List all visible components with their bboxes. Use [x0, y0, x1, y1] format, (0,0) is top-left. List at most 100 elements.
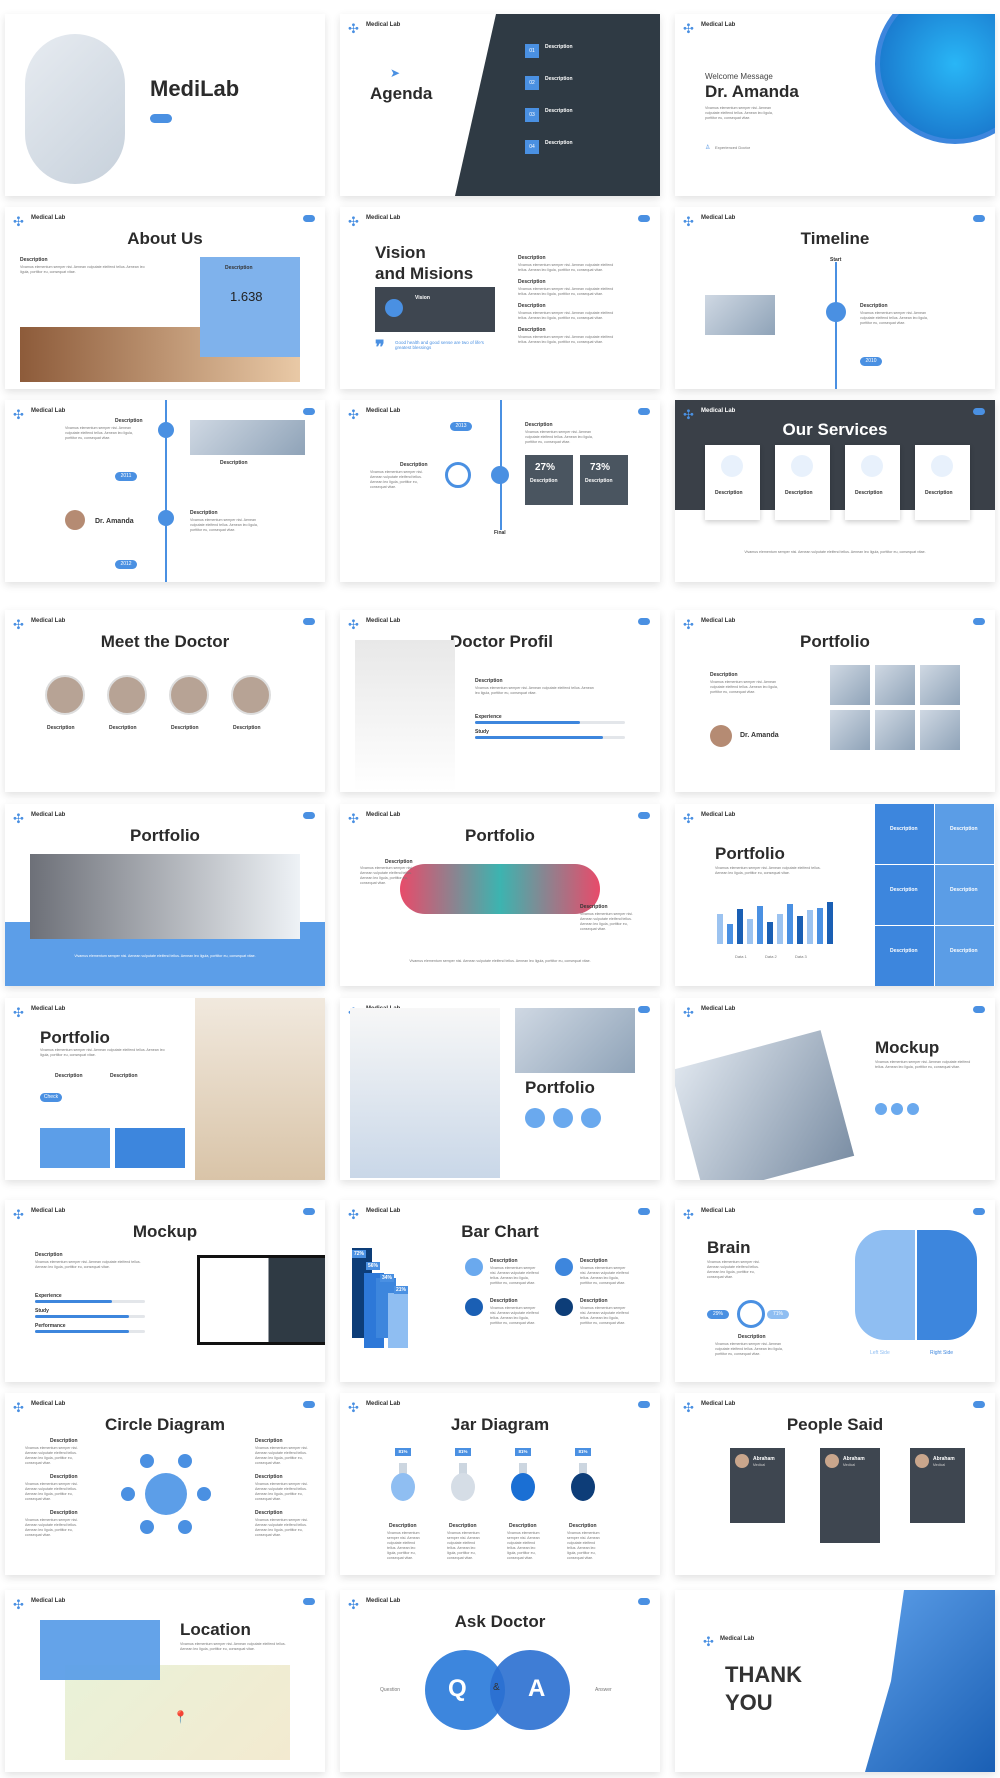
desc: Description — [518, 303, 546, 309]
slide-portfolio6[interactable]: ✣Medical LabPortfolio — [340, 998, 660, 1180]
desc: Description — [950, 948, 978, 954]
slide-title: Portfolio — [800, 632, 870, 651]
brand-name: Medical Lab — [366, 618, 401, 624]
slide-cover[interactable]: MediLab — [5, 14, 325, 196]
brand-name: Medical Lab — [701, 22, 736, 28]
slide-title-2: and Misions — [375, 264, 474, 283]
slide-brain[interactable]: ✣ Medical Lab Brain Vivamus elementum sempe… — [675, 1200, 995, 1382]
portfolio-image — [875, 665, 915, 705]
desc: Description — [50, 1438, 78, 1444]
slide-portfolio3[interactable]: ✣ Medical Lab Portfolio Description Vivamus … — [340, 804, 660, 986]
legend-item: Data 1 — [735, 954, 747, 959]
slide-services[interactable]: ✣ Medical Lab Our Services Description Descr… — [675, 400, 995, 582]
lorem-text: Vivamus elementum semper nisi. Aenean vu… — [875, 1060, 971, 1069]
desc: Description — [715, 490, 743, 496]
ring — [737, 1300, 765, 1328]
page-badge — [973, 1006, 985, 1013]
brand-name: Medical Lab — [31, 1208, 66, 1214]
lorem-text: Vivamus elementum semper nisi. Aenean vu… — [255, 1446, 308, 1465]
satellite — [121, 1487, 135, 1501]
slide-portfolio4[interactable]: ✣ Medical Lab Portfolio Vivamus elementum s… — [675, 804, 995, 986]
page-badge — [303, 1598, 315, 1605]
slide-title: MediLab — [150, 76, 240, 101]
slide-about[interactable]: ✣ Medical Lab About Us Description Vivamus e… — [5, 207, 325, 389]
brand-name: Medical Lab — [366, 1401, 401, 1407]
role: Medical — [753, 1463, 766, 1467]
year-badge: 2013 — [450, 422, 472, 431]
slide-mockup2[interactable]: ✣ Medical Lab Mockup Description Vivamus ele… — [5, 1200, 325, 1382]
feature-icon — [555, 1258, 573, 1276]
page-badge — [303, 408, 315, 415]
slide-title: Portfolio — [130, 826, 200, 845]
portfolio-image — [920, 665, 960, 705]
skeleton-image — [195, 998, 325, 1180]
brand-name: Medical Lab — [701, 1208, 736, 1214]
slide-jar[interactable]: ✣ Medical Lab Jar Diagram 81% Description Viv… — [340, 1393, 660, 1575]
answer-label: Answer — [595, 1687, 612, 1693]
slide-profil[interactable]: ✣ Medical Lab Doctor Profil Description Viva… — [340, 610, 660, 792]
timeline-node — [158, 422, 174, 438]
desc: Description — [890, 948, 918, 954]
desc: Description — [449, 1523, 477, 1529]
lorem-text: Vivamus elementum semper nisi. Aenean vu… — [25, 1482, 78, 1501]
logo-icon: ✣ — [348, 617, 359, 632]
slide-title: Portfolio — [40, 1028, 110, 1047]
icon-button — [875, 1103, 887, 1115]
slide-timeline[interactable]: ✣ Medical Lab Timeline Start Description Viva… — [675, 207, 995, 389]
jar — [511, 1473, 535, 1501]
white-panel — [675, 510, 995, 582]
stat-value: 27% — [535, 462, 556, 473]
slide-title: Portfolio — [715, 844, 785, 863]
page-badge — [638, 618, 650, 625]
brand-name: Medical Lab — [701, 1006, 736, 1012]
bar-value: 72% — [352, 1250, 366, 1258]
slide-agenda[interactable]: ✣ Medical Lab Agenda ➤ 01 Description 02 Descri… — [340, 14, 660, 196]
icon-button[interactable] — [581, 1108, 601, 1128]
desc: Description — [518, 327, 546, 333]
chart-bar — [747, 919, 753, 944]
logo-icon: ✣ — [348, 407, 359, 422]
slide-location[interactable]: ✣ Medical Lab Location Vivamus elementum se… — [5, 1590, 325, 1772]
page-badge — [638, 1598, 650, 1605]
progress-bar — [35, 1315, 145, 1318]
item-label: Description — [545, 44, 573, 50]
item-number: 01 — [525, 44, 539, 58]
item-label: Description — [545, 76, 573, 82]
slide-doctors[interactable]: ✣ Medical Lab Meet the Doctor Description De… — [5, 610, 325, 792]
desc: Description — [255, 1474, 283, 1480]
slide-welcome[interactable]: ✣ Medical Lab Welcome Message Dr. Amanda Viv… — [675, 14, 995, 196]
slide-circle[interactable]: ✣ Medical Lab Circle Diagram Description Viv… — [5, 1393, 325, 1575]
slide-portfolio2[interactable]: ✣ Medical Lab Portfolio Vivamus elementum s… — [5, 804, 325, 986]
slide-mockup1[interactable]: ✣ Medical Lab Mockup Vivamus elementum semp… — [675, 998, 995, 1180]
desc: Description — [569, 1523, 597, 1529]
bar-value: 34% — [380, 1274, 394, 1282]
desc: Description — [490, 1258, 518, 1264]
jar-value: 81% — [395, 1448, 411, 1456]
desc: Description — [190, 510, 218, 516]
bar-label: Performance — [35, 1323, 66, 1329]
slide-timeline2[interactable]: ✣ Medical Lab Description Vivamus elementum… — [5, 400, 325, 582]
page-badge — [973, 618, 985, 625]
logo-icon: ✣ — [13, 1005, 24, 1020]
brand-name: Medical Lab — [366, 1598, 401, 1604]
desc: Description — [400, 462, 428, 468]
item-number: 02 — [525, 76, 539, 90]
slide-barchart[interactable]: ✣ Medical Lab Bar Chart 72% 56% 34% 21% Descrip… — [340, 1200, 660, 1382]
icon-button[interactable] — [525, 1108, 545, 1128]
lorem-text: Vivamus elementum semper nisi. Aenean vu… — [387, 1531, 420, 1560]
slide-title: Timeline — [800, 229, 870, 248]
slide-timeline3[interactable]: ✣ Medical Lab 2013 Description Vivamus eleme… — [340, 400, 660, 582]
slide-vision[interactable]: ✣ Medical Lab Vision and Misions Vision ❞ Good… — [340, 207, 660, 389]
slide-people[interactable]: ✣ Medical Lab People Said Abraham Medical Abr… — [675, 1393, 995, 1575]
tile — [935, 804, 994, 864]
cover-image — [25, 34, 125, 184]
satellite — [197, 1487, 211, 1501]
read-more-button[interactable] — [150, 114, 172, 123]
check-button[interactable]: Check — [40, 1093, 62, 1102]
slide-portfolio1[interactable]: ✣ Medical Lab Portfolio Description Vivamus … — [675, 610, 995, 792]
icon-button[interactable] — [553, 1108, 573, 1128]
desc: Description — [518, 255, 546, 261]
slide-ask[interactable]: ✣ Medical Lab Ask Doctor Q & A Question Answer — [340, 1590, 660, 1772]
slide-thanks[interactable]: ✣ Medical Lab THANK YOU — [675, 1590, 995, 1772]
slide-portfolio5[interactable]: ✣ Medical Lab Portfolio Vivamus elementum s… — [5, 998, 325, 1180]
